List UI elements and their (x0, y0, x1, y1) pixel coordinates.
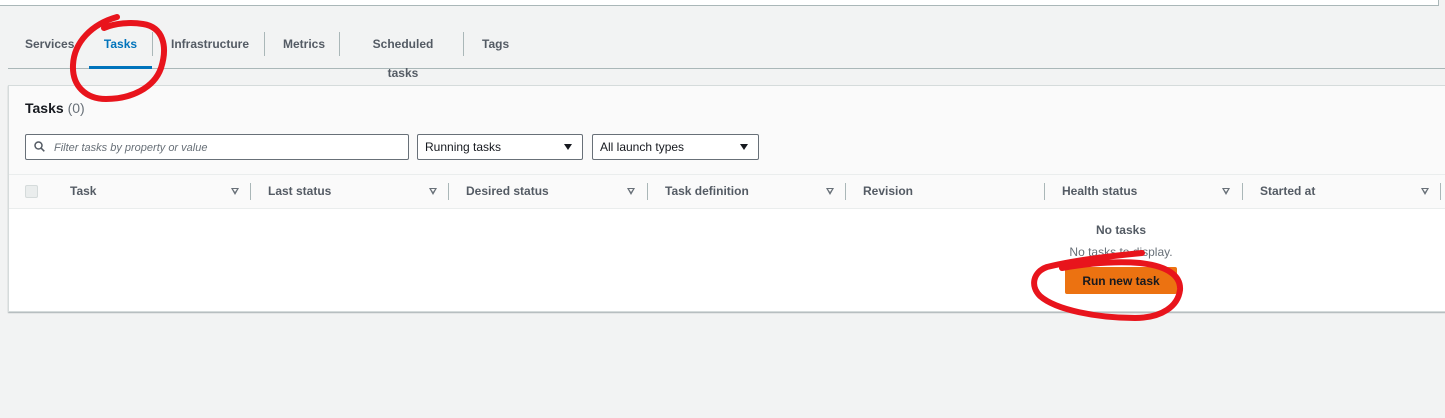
column-header-label: Task definition (665, 184, 749, 198)
search-icon (34, 141, 45, 152)
tab-infrastructure[interactable]: Infrastructure (171, 30, 249, 68)
sort-icon[interactable] (627, 188, 635, 195)
column-header-label: Started at (1260, 184, 1316, 198)
tab-bar: Services Tasks Infrastructure Metrics Sc… (8, 30, 1445, 80)
launch-type-select-value: All launch types (600, 140, 685, 154)
column-separator (647, 183, 648, 200)
tab-separator (152, 32, 153, 56)
column-header-label: Last status (268, 184, 332, 198)
column-separator (1242, 183, 1243, 200)
column-separator (1440, 183, 1441, 200)
tab-separator (463, 32, 464, 56)
column-header-label: Desired status (466, 184, 549, 198)
tasks-panel: Tasks (0) Running tasks All launch types… (8, 85, 1445, 312)
column-header-label: Task (70, 184, 97, 198)
column-header-last-status[interactable]: Last status (268, 175, 448, 208)
column-header-started-at[interactable]: Started at (1260, 175, 1410, 208)
sort-icon[interactable] (826, 188, 834, 195)
column-header-revision[interactable]: Revision (863, 175, 1043, 208)
filter-tasks-input[interactable] (52, 138, 406, 158)
task-status-select-value: Running tasks (425, 140, 502, 154)
column-separator (250, 183, 251, 200)
tab-scheduled-tasks[interactable]: Scheduled tasks (358, 30, 448, 80)
panel-title-text: Tasks (25, 100, 64, 116)
caret-down-icon (564, 144, 572, 150)
tab-tasks[interactable]: Tasks (89, 30, 152, 69)
empty-state-description: No tasks to display. (1069, 245, 1173, 259)
run-new-task-button[interactable]: Run new task (1065, 267, 1177, 294)
column-header-label: Health status (1062, 184, 1138, 198)
empty-state-title: No tasks (1095, 223, 1147, 237)
column-separator (845, 183, 846, 200)
column-header-health-status[interactable]: Health status (1062, 175, 1242, 208)
table-header: Task Last status Desired status Task def… (9, 174, 1445, 209)
tab-tags[interactable]: Tags (482, 30, 509, 68)
tab-separator (264, 32, 265, 56)
caret-down-icon (740, 144, 748, 150)
column-header-task[interactable]: Task (70, 175, 250, 208)
sort-icon[interactable] (1222, 188, 1230, 195)
tab-metrics[interactable]: Metrics (283, 30, 325, 68)
column-header-label: Revision (863, 184, 914, 198)
launch-type-select[interactable]: All launch types (592, 134, 759, 160)
sort-icon[interactable] (231, 188, 239, 195)
column-separator (448, 183, 449, 200)
panel-title: Tasks (0) (25, 100, 85, 116)
select-all-checkbox[interactable] (25, 185, 38, 198)
task-status-select[interactable]: Running tasks (417, 134, 583, 160)
sort-icon[interactable] (1421, 188, 1429, 195)
column-header-desired-status[interactable]: Desired status (466, 175, 646, 208)
tab-services[interactable]: Services (25, 30, 74, 68)
tab-separator (339, 32, 340, 56)
task-count: (0) (67, 100, 85, 116)
column-header-task-definition[interactable]: Task definition (665, 175, 845, 208)
column-separator (1044, 183, 1045, 200)
panel-header: Tasks (0) Running tasks All launch types… (9, 86, 1445, 209)
filter-tasks-field[interactable] (25, 134, 409, 160)
sort-icon[interactable] (429, 188, 437, 195)
top-container-edge (0, 0, 1439, 6)
